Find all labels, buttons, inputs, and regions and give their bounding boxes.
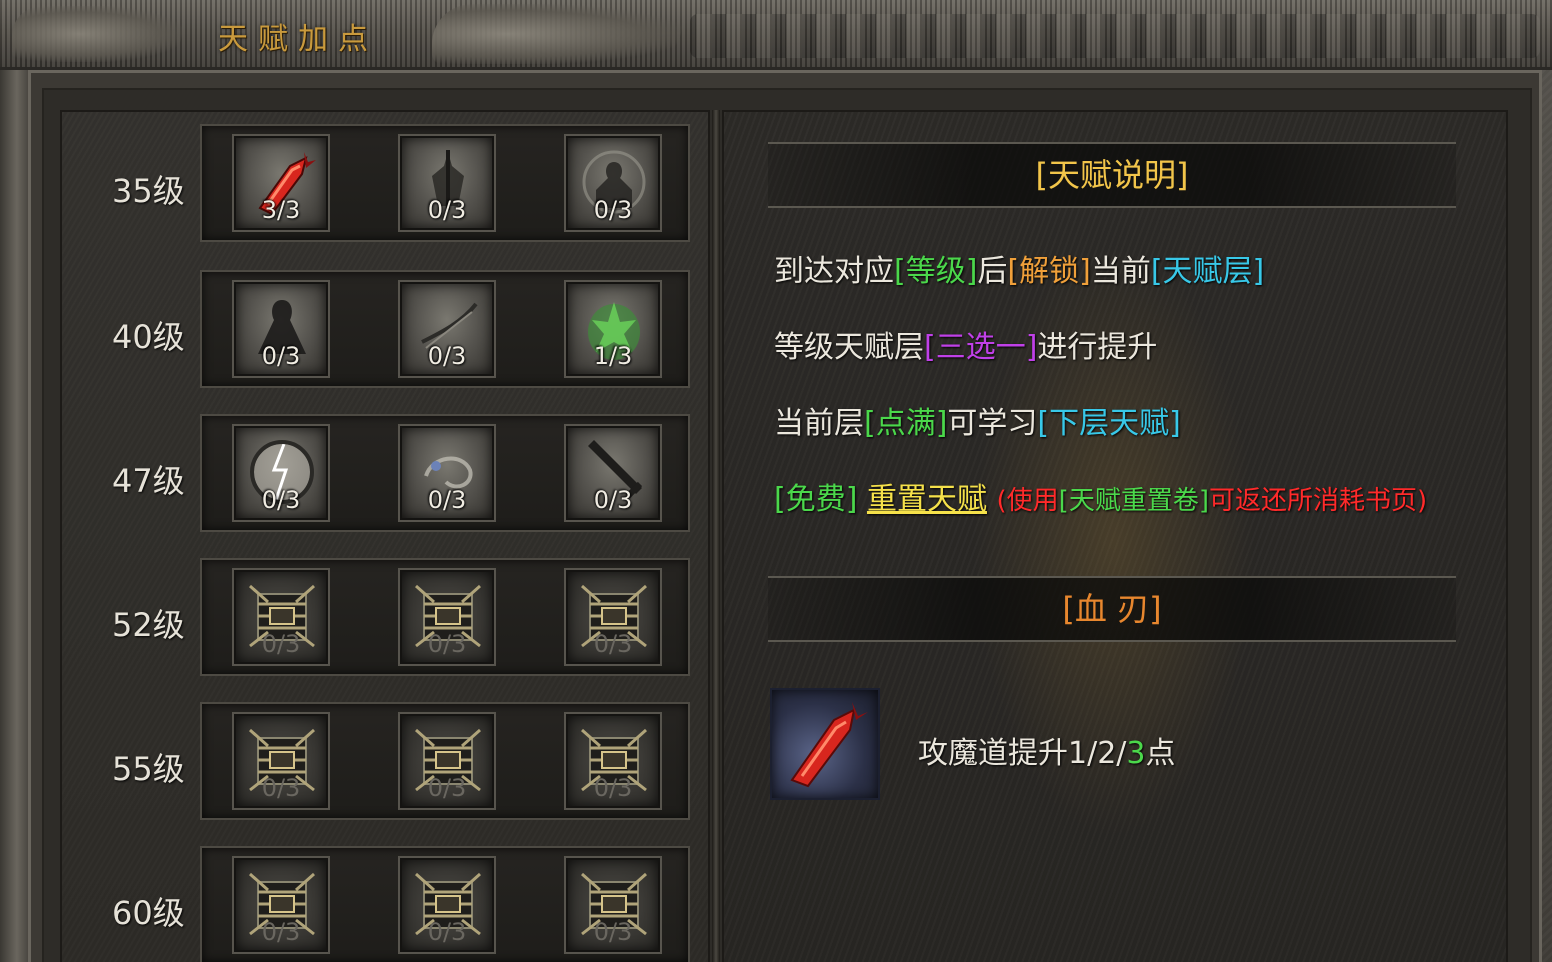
talent-skill-slot[interactable]: 0/3: [400, 714, 494, 808]
talent-skill-slot[interactable]: 0/3: [566, 858, 660, 952]
skill-points-count: 0/3: [593, 630, 633, 658]
skill-points-count: 0/3: [261, 774, 301, 802]
tier-skill-box: 0/3 0/3 1/3: [200, 270, 690, 388]
skill-points-count: 0/3: [593, 486, 633, 514]
dragon-ornament-left: [12, 6, 182, 62]
skill-points-count: 0/3: [427, 342, 467, 370]
talent-tier-row: 55级 0/3 0/3 0/3: [0, 702, 690, 820]
skill-points-count: 0/3: [427, 630, 467, 658]
free-label: [免费]: [774, 482, 858, 517]
info-header: [天赋说明]: [768, 142, 1456, 208]
talent-skill-slot[interactable]: 0/3: [234, 858, 328, 952]
info-line-2: 等级天赋层[三选一]进行提升: [774, 330, 1158, 365]
talent-skill-slot[interactable]: 0/3: [566, 714, 660, 808]
talent-skill-slot[interactable]: 0/3: [234, 282, 328, 376]
talent-skill-slot[interactable]: 0/3: [566, 570, 660, 664]
window-title: 天赋加点: [218, 22, 378, 57]
skill-points-count: 0/3: [427, 196, 467, 224]
talent-skill-slot[interactable]: 0/3: [400, 282, 494, 376]
skill-points-count: 0/3: [427, 774, 467, 802]
tier-skill-box: 0/3 0/3 0/3: [200, 702, 690, 820]
talent-skill-slot[interactable]: 0/3: [234, 570, 328, 664]
info-line-4: [免费] 重置天赋 (使用[天赋重置卷]可返还所消耗书页): [774, 482, 1428, 517]
skill-points-count: 0/3: [261, 918, 301, 946]
selected-talent-icon: [770, 688, 880, 800]
talent-tier-row: 40级 0/3 0/3 1/3: [0, 270, 690, 388]
skill-points-count: 0/3: [427, 486, 467, 514]
tier-skill-box: 0/3 0/3 0/3: [200, 558, 690, 676]
reset-talent-link[interactable]: 重置天赋: [867, 482, 987, 517]
skill-points-count: 0/3: [261, 630, 301, 658]
selected-talent-header: [血 刃]: [768, 576, 1456, 642]
tier-skill-box: 3/3 0/3 0/3: [200, 124, 690, 242]
talent-skill-slot[interactable]: 0/3: [400, 858, 494, 952]
talent-skill-slot[interactable]: 0/3: [234, 714, 328, 808]
dragon-ornament-right: [432, 4, 682, 64]
talent-tier-row: 52级 0/3 0/3 0/3: [0, 558, 690, 676]
info-line-1: 到达对应[等级]后[解锁]当前[天赋层]: [774, 254, 1265, 289]
talent-window: 天赋加点 35级 3/3 0/3 0/3 40级 0/3 0/3 1/3 47级 0/3 0/3 0/…: [0, 0, 1552, 962]
skill-points-count: 0/3: [593, 774, 633, 802]
tier-skill-box: 0/3 0/3 0/3: [200, 846, 690, 962]
info-line-3: 当前层[点满]可学习[下层天赋]: [774, 406, 1181, 441]
talent-info-panel: [722, 110, 1508, 962]
talent-skill-slot[interactable]: 0/3: [566, 136, 660, 230]
skill-points-count: 0/3: [427, 918, 467, 946]
talent-skill-slot[interactable]: 0/3: [234, 426, 328, 520]
skill-points-count: 0/3: [261, 486, 301, 514]
title-bar: 天赋加点: [0, 0, 1552, 70]
tier-skill-box: 0/3 0/3 0/3: [200, 414, 690, 532]
talent-skill-slot[interactable]: 0/3: [400, 570, 494, 664]
title-pattern: [690, 14, 1540, 58]
talent-tier-row: 60级 0/3 0/3 0/3: [0, 846, 690, 962]
red-blade-icon: [790, 702, 868, 788]
talent-skill-slot[interactable]: 0/3: [400, 426, 494, 520]
talent-skill-slot[interactable]: 3/3: [234, 136, 328, 230]
skill-points-count: 1/3: [593, 342, 633, 370]
talent-skill-slot[interactable]: 1/3: [566, 282, 660, 376]
skill-points-count: 0/3: [261, 342, 301, 370]
panel-divider: [712, 110, 720, 962]
talent-skill-slot[interactable]: 0/3: [400, 136, 494, 230]
skill-points-count: 0/3: [593, 196, 633, 224]
talent-tier-row: 35级 3/3 0/3 0/3: [0, 124, 690, 242]
talent-tier-row: 47级 0/3 0/3 0/3: [0, 414, 690, 532]
talent-skill-slot[interactable]: 0/3: [566, 426, 660, 520]
selected-talent-desc: 攻魔道提升1/2/3点: [918, 736, 1176, 771]
skill-points-count: 0/3: [593, 918, 633, 946]
skill-points-count: 3/3: [261, 196, 301, 224]
